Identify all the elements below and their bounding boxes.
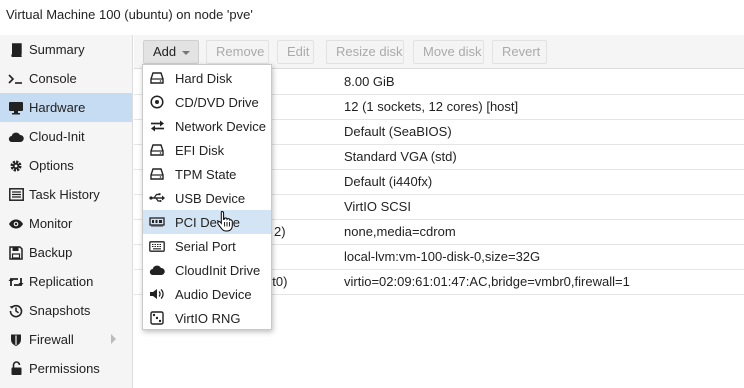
menu-item-hard-disk[interactable]: Hard Disk	[143, 66, 271, 90]
add-button-label: Add	[153, 44, 177, 59]
shield-icon	[7, 332, 25, 348]
exchange-icon	[148, 118, 166, 134]
sidebar-item-options[interactable]: Options	[0, 151, 132, 180]
menu-item-virtio-rng[interactable]: VirtIO RNG	[143, 306, 271, 330]
sidebar-item-console[interactable]: Console	[0, 64, 132, 93]
sidebar-item-label: Firewall	[29, 332, 74, 347]
sidebar-item-summary[interactable]: Summary	[0, 35, 132, 64]
move-disk-button[interactable]: Move disk	[413, 40, 484, 64]
menu-item-label: CD/DVD Drive	[175, 94, 259, 110]
menu-item-network-device[interactable]: Network Device	[143, 114, 271, 138]
sidebar-item-monitor[interactable]: Monitor	[0, 209, 132, 238]
eye-icon	[7, 216, 25, 232]
sidebar-item-label: Cloud-Init	[29, 129, 85, 144]
sidebar-item-label: Monitor	[29, 216, 73, 231]
retweet-icon	[7, 274, 25, 290]
chevron-right-icon	[111, 334, 116, 344]
cdrom-icon	[148, 94, 166, 110]
menu-item-pci-device[interactable]: PCI Device	[143, 210, 271, 234]
cloud-icon	[7, 129, 25, 145]
sidebar-item-cloud-init[interactable]: Cloud-Init	[0, 122, 132, 151]
remove-button[interactable]: Remove	[206, 40, 269, 64]
revert-button[interactable]: Revert	[492, 40, 547, 64]
hdd-icon	[148, 166, 166, 182]
row-value: virtio=02:09:61:01:47:AC,bridge=vmbr0,fi…	[344, 274, 630, 289]
keyboard-icon	[148, 238, 166, 254]
menu-item-label: EFI Disk	[175, 142, 225, 158]
pci-card-icon	[148, 214, 166, 230]
sidebar-item-label: Snapshots	[29, 303, 91, 318]
add-menu: Hard Disk CD/DVD Drive Network Device EF…	[142, 64, 272, 330]
unlock-icon	[7, 361, 25, 377]
row-value: 8.00 GiB	[344, 74, 395, 89]
sidebar-item-label: Console	[29, 71, 77, 86]
menu-item-label: CloudInit Drive	[175, 262, 261, 278]
row-value: local-lvm:vm-100-disk-0,size=32G	[344, 249, 541, 264]
menu-item-usb-device[interactable]: USB Device	[143, 186, 271, 210]
dice-icon	[148, 310, 166, 326]
menu-item-label: VirtIO RNG	[175, 310, 241, 326]
floppy-icon	[7, 245, 25, 261]
row-value: none,media=cdrom	[344, 224, 456, 239]
sidebar-item-hardware[interactable]: Hardware	[0, 93, 132, 122]
sidebar-item-firewall[interactable]: Firewall	[0, 325, 132, 354]
sidebar-item-snapshots[interactable]: Snapshots	[0, 296, 132, 325]
row-value: 12 (1 sockets, 12 cores) [host]	[344, 99, 519, 114]
row-value: VirtIO SCSI	[344, 199, 411, 214]
sidebar-item-task-history[interactable]: Task History	[0, 180, 132, 209]
menu-item-cloudinit-drive[interactable]: CloudInit Drive	[143, 258, 271, 282]
terminal-icon	[7, 71, 25, 87]
add-button[interactable]: Add	[143, 40, 199, 64]
row-value: Default (i440fx)	[344, 174, 433, 189]
sidebar-item-label: Task History	[29, 187, 100, 202]
sidebar-item-label: Permissions	[29, 361, 100, 376]
menu-item-label: USB Device	[175, 190, 246, 206]
menu-item-audio-device[interactable]: Audio Device	[143, 282, 271, 306]
sidebar-item-label: Backup	[29, 245, 73, 260]
sidebar-item-label: Options	[29, 158, 74, 173]
menu-item-cd-dvd-drive[interactable]: CD/DVD Drive	[143, 90, 271, 114]
history-icon	[7, 303, 25, 319]
sidebar-item-label: Summary	[29, 42, 85, 57]
book-icon	[7, 42, 25, 58]
sidebar-item-label: Replication	[29, 274, 94, 289]
volume-icon	[148, 286, 166, 302]
row-value: Default (SeaBIOS)	[344, 124, 452, 139]
hand-pointer-cursor-icon	[217, 210, 233, 232]
edit-button[interactable]: Edit	[277, 40, 314, 64]
menu-item-efi-disk[interactable]: EFI Disk	[143, 138, 271, 162]
hdd-icon	[148, 70, 166, 86]
gear-icon	[7, 158, 25, 174]
menu-item-label: Audio Device	[175, 286, 252, 302]
sidebar-item-replication[interactable]: Replication	[0, 267, 132, 296]
sidebar: Summary Console Hardware Cloud-Init Opti…	[0, 35, 133, 388]
menu-item-serial-port[interactable]: Serial Port	[143, 234, 271, 258]
hdd-icon	[148, 142, 166, 158]
menu-item-label: TPM State	[175, 166, 237, 182]
cloud-icon	[148, 262, 166, 278]
desktop-icon	[7, 100, 25, 116]
usb-icon	[148, 190, 166, 206]
chevron-down-icon	[182, 50, 191, 55]
window-title: Virtual Machine 100 (ubuntu) on node 'pv…	[0, 0, 744, 30]
sidebar-item-backup[interactable]: Backup	[0, 238, 132, 267]
menu-item-label: Serial Port	[175, 238, 236, 254]
menu-item-label: Hard Disk	[175, 70, 233, 86]
menu-item-tpm-state[interactable]: TPM State	[143, 162, 271, 186]
menu-item-label: Network Device	[175, 118, 267, 134]
list-icon	[7, 187, 25, 203]
sidebar-item-label: Hardware	[29, 100, 86, 115]
row-value: Standard VGA (std)	[344, 149, 457, 164]
resize-disk-button[interactable]: Resize disk	[326, 40, 404, 64]
sidebar-item-permissions[interactable]: Permissions	[0, 354, 132, 383]
